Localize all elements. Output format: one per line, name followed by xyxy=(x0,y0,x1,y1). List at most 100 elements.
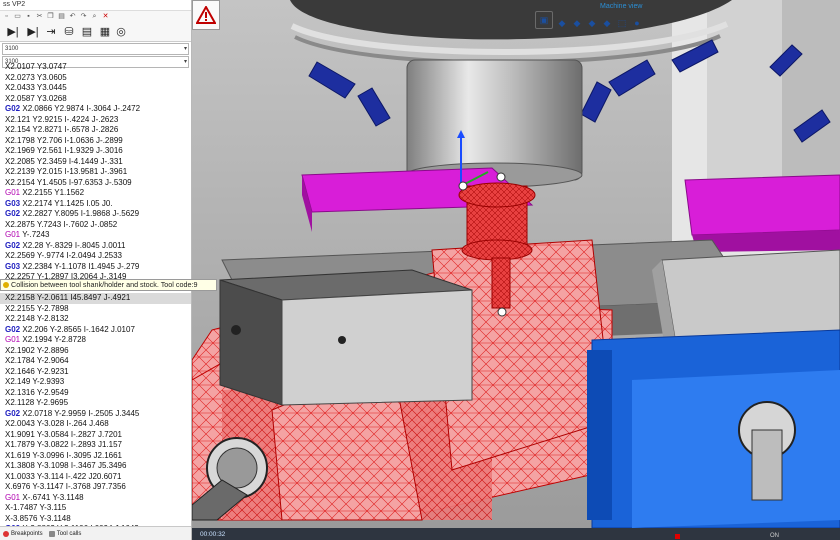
machine-view-label: Machine view xyxy=(600,3,643,10)
gcode-text: X2.1902 Y-2.8896 xyxy=(5,345,69,355)
gcode-prefix: G03 xyxy=(5,261,21,271)
code-line[interactable]: X-3.8576 Y-3.1148 xyxy=(0,514,191,525)
code-line[interactable]: G02 X2.0718 Y-2.9959 I-.2505 J.3445 xyxy=(0,409,191,420)
close-icon[interactable]: ✕ xyxy=(101,12,110,21)
find-icon[interactable]: ⌕ xyxy=(90,12,99,21)
step-icon[interactable]: ▶| xyxy=(24,22,42,40)
cut-icon[interactable]: ✂ xyxy=(35,12,44,21)
code-line[interactable]: X2.0273 Y3.0605 xyxy=(0,73,191,84)
gcode-text: X2.0866 Y2.9874 I-.3064 J-.2472 xyxy=(22,104,141,113)
code-line[interactable]: X2.1784 Y-2.9064 xyxy=(0,356,191,367)
code-line[interactable]: G02 X2.0866 Y2.9874 I-.3064 J-.2472 xyxy=(0,104,191,115)
code-line[interactable]: G02 X2.28 Y-.8329 I-.8045 J.0011 xyxy=(0,241,191,252)
chevron-down-icon: ▾ xyxy=(183,46,187,52)
code-line[interactable]: X2.2154 Y1.4505 I-97.6353 J-.5309 xyxy=(0,178,191,189)
code-line[interactable]: X2.2148 Y-2.8132 xyxy=(0,314,191,325)
code-line[interactable]: G01 X2.2155 Y1.1562 xyxy=(0,188,191,199)
gcode-text: X-.6741 Y-3.1148 xyxy=(22,492,84,502)
tab-tool-calls[interactable]: Tool calls xyxy=(48,530,81,537)
code-line[interactable]: X2.1798 Y2.706 I-1.0636 J-.2899 xyxy=(0,136,191,147)
warning-icon xyxy=(3,282,9,289)
gcode-text: X2.1798 Y2.706 I-1.0636 J-.2899 xyxy=(5,135,123,145)
code-line[interactable]: X2.2569 Y-.9774 I-2.0494 J.2533 xyxy=(0,251,191,262)
editor-toolbar: ▫ ▭ ▪ ✂ ❐ ▤ ↶ ↷ ⌕ ✕ ▶| ▶| ⇥ ⛁ ▤ ▦ ◎ xyxy=(0,11,191,42)
collision-marker[interactable] xyxy=(675,534,680,539)
top-view-icon[interactable]: ◆ xyxy=(586,17,598,29)
sheet-icon[interactable]: ▤ xyxy=(78,22,96,40)
gcode-prefix: G02 xyxy=(5,408,21,418)
code-line[interactable]: X1.619 Y-3.0996 I-.3095 J2.1661 xyxy=(0,451,191,462)
target-icon[interactable]: ◎ xyxy=(112,22,130,40)
small-toolbar-row: ▫ ▭ ▪ ✂ ❐ ▤ ↶ ↷ ⌕ ✕ xyxy=(2,11,110,21)
gcode-text: X2.2155 Y-2.7898 xyxy=(5,303,69,313)
code-line[interactable]: G01 X-.6741 Y-3.1148 xyxy=(0,493,191,504)
run-to-cursor-icon[interactable]: ▶| xyxy=(4,22,22,40)
collision-warning-button[interactable] xyxy=(192,0,220,30)
tab-breakpoints[interactable]: Breakpoints xyxy=(3,530,43,537)
code-line[interactable]: G03 X2.2384 Y-1.1078 I1.4945 J-.279 xyxy=(0,262,191,273)
gcode-prefix: G01 xyxy=(5,335,21,344)
gcode-text: X2.0273 Y3.0605 xyxy=(5,72,67,82)
code-line[interactable]: X2.0433 Y3.0445 xyxy=(0,83,191,94)
gcode-prefix: G01 xyxy=(5,492,21,502)
step-over-icon[interactable]: ⇥ xyxy=(42,22,60,40)
code-line[interactable]: X2.154 Y2.8271 I-.6578 J-.2826 xyxy=(0,125,191,136)
gcode-text: X2.2569 Y-.9774 I-2.0494 J.2533 xyxy=(5,251,122,260)
gcode-text: X2.2158 Y-2.0611 I45.8497 J-.4921 xyxy=(5,293,131,302)
open-icon[interactable]: ▭ xyxy=(13,12,22,21)
gcode-text: X2.1128 Y-2.9695 xyxy=(5,398,69,407)
machine-scene[interactable] xyxy=(192,0,840,540)
code-line[interactable]: X2.0043 Y-3.028 I-.264 J.468 xyxy=(0,419,191,430)
redo-icon[interactable]: ↷ xyxy=(79,12,88,21)
code-line[interactable]: X1.7879 Y-3.0822 I-.2893 J1.157 xyxy=(0,440,191,451)
code-line[interactable]: X2.1969 Y2.561 I-1.9329 J-.3016 xyxy=(0,146,191,157)
code-line[interactable]: X-1.7487 Y-3.115 xyxy=(0,503,191,514)
code-line[interactable]: X2.2158 Y-2.0611 I45.8497 J-.4921 xyxy=(0,293,191,304)
code-line[interactable]: X.6976 Y-3.1147 I-.3768 J97.7356 xyxy=(0,482,191,493)
code-line[interactable]: G02 X2.206 Y-2.8565 I-.1642 J.0107 xyxy=(0,325,191,336)
camera-icon[interactable]: ● xyxy=(631,17,643,29)
code-line[interactable]: X2.0107 Y3.0747 xyxy=(0,62,191,73)
code-line[interactable]: X2.2875 Y.7243 I-.7602 J-.0852 xyxy=(0,220,191,231)
gcode-text: X2.0107 Y3.0747 xyxy=(5,62,67,71)
new-icon[interactable]: ▫ xyxy=(2,12,11,21)
front-view-icon[interactable]: ◆ xyxy=(571,17,583,29)
undo-icon[interactable]: ↶ xyxy=(68,12,77,21)
gcode-text: X2.149 Y-2.9393 xyxy=(5,377,65,386)
machine-viewport[interactable]: ▣ ◆ ◆ ◆ ◆ ⬚ ● Machine view 00:00:32 ON xyxy=(192,0,840,540)
code-line[interactable]: X1.9091 Y-3.0584 I-.2827 J.7201 xyxy=(0,430,191,441)
code-line[interactable]: X2.2155 Y-2.7898 xyxy=(0,304,191,315)
code-line[interactable]: G02 X2.2827 Y.8095 I-1.9868 J-.5629 xyxy=(0,209,191,220)
code-line[interactable]: X2.1902 Y-2.8896 xyxy=(0,346,191,357)
view-cube-icon[interactable]: ▣ xyxy=(535,11,553,29)
code-line[interactable]: X2.0587 Y3.0268 xyxy=(0,94,191,105)
code-line[interactable]: G03 X2.2174 Y1.1425 I.05 J0. xyxy=(0,199,191,210)
side-view-icon[interactable]: ◆ xyxy=(601,17,613,29)
gcode-text: X2.2085 Y2.3459 I-4.1449 J-.331 xyxy=(5,156,123,166)
paste-icon[interactable]: ▤ xyxy=(57,12,66,21)
gcode-text: X2.2875 Y.7243 I-.7602 J-.0852 xyxy=(5,219,118,229)
iso-view-icon[interactable]: ◆ xyxy=(556,17,568,29)
code-line[interactable]: X2.121 Y2.9215 I-.4224 J-.2623 xyxy=(0,115,191,126)
simulation-timeline[interactable] xyxy=(192,528,840,540)
code-line[interactable]: X2.2085 Y2.3459 I-4.1449 J-.331 xyxy=(0,157,191,168)
fit-view-icon[interactable]: ⬚ xyxy=(616,17,628,29)
gcode-prefix: G02 xyxy=(5,104,21,113)
code-line[interactable]: X2.149 Y-2.9393 xyxy=(0,377,191,388)
toolpath-icon[interactable]: ⛁ xyxy=(60,22,78,40)
save-icon[interactable]: ▪ xyxy=(24,12,33,21)
gcode-text: X1.3808 Y-3.1098 I-.3467 J5.3496 xyxy=(5,461,127,470)
code-line[interactable]: X1.3808 Y-3.1098 I-.3467 J5.3496 xyxy=(0,461,191,472)
code-line[interactable]: X2.1316 Y-2.9549 xyxy=(0,388,191,399)
program-combo-1[interactable]: 3100 ▾ xyxy=(2,43,189,55)
copy-icon[interactable]: ❐ xyxy=(46,12,55,21)
code-line[interactable]: X2.2139 Y2.015 I-13.9581 J-.3961 xyxy=(0,167,191,178)
gcode-text: X1.619 Y-3.0996 I-.3095 J2.1661 xyxy=(5,450,122,460)
code-line[interactable]: G01 Y-.7243 xyxy=(0,230,191,241)
code-line[interactable]: X2.1128 Y-2.9695 xyxy=(0,398,191,409)
code-line[interactable]: G01 X2.1994 Y-2.8728 xyxy=(0,335,191,346)
code-line[interactable]: X2.1646 Y-2.9231 xyxy=(0,367,191,378)
code-list[interactable]: X2.0107 Y3.0747 X2.0273 Y3.0605 X2.0433 Y3… xyxy=(0,62,191,540)
code-line[interactable]: X1.0033 Y-3.114 I-.422 J20.6071 xyxy=(0,472,191,483)
gcode-text: X2.0718 Y-2.9959 I-.2505 J.3445 xyxy=(22,408,140,418)
